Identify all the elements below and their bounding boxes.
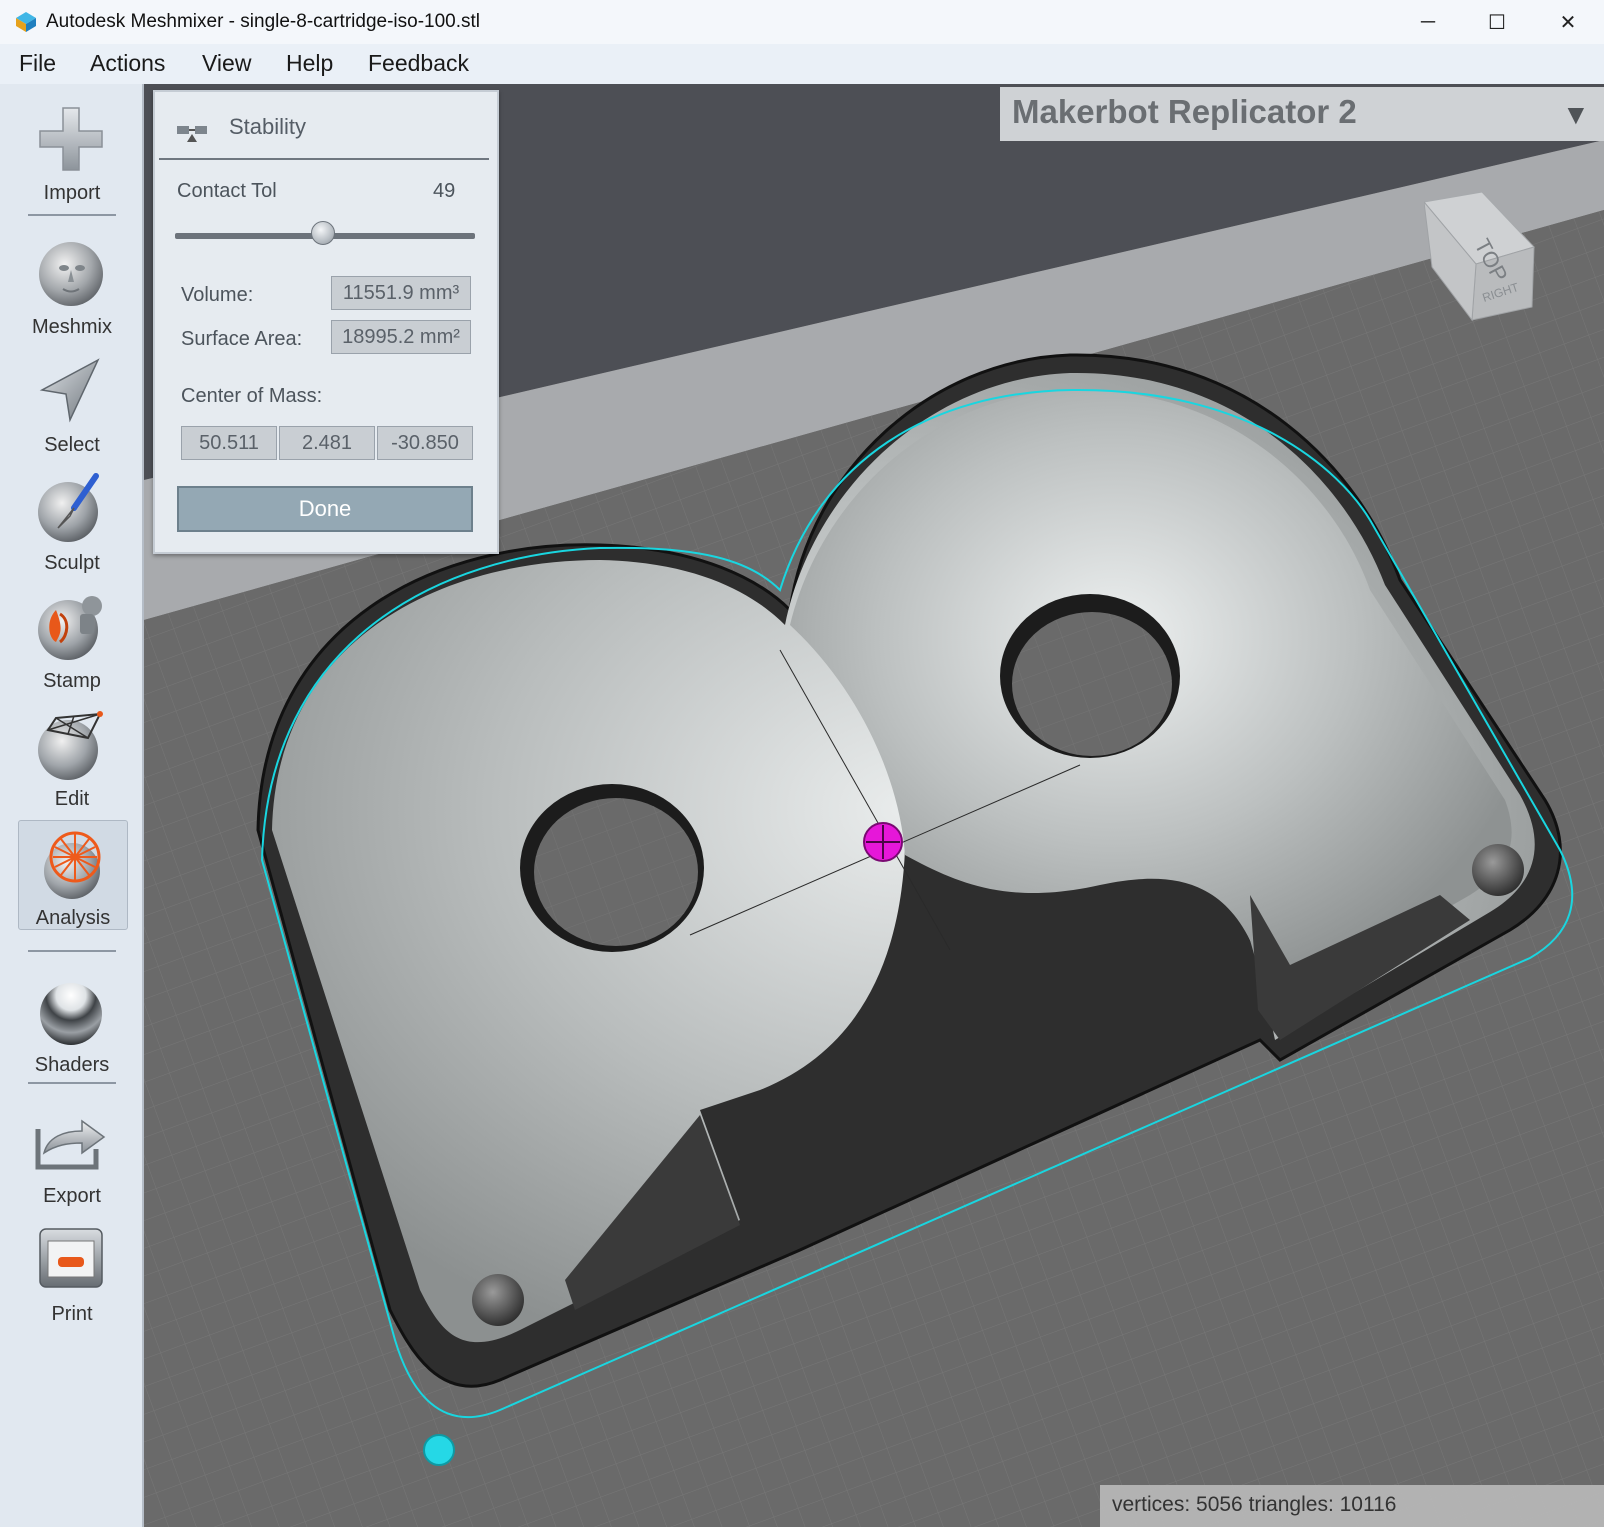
tool-sidebar: Import Meshmix Select Sculpt Stamp Edit … [0, 84, 144, 1527]
panel-title: Stability [229, 114, 307, 139]
menu-view[interactable]: View [202, 50, 251, 77]
sidebar-divider [28, 1082, 116, 1084]
com-x-field: 50.511 [181, 426, 277, 460]
wireframe-sphere-icon [38, 711, 103, 780]
printer-name: Makerbot Replicator 2 [1012, 93, 1357, 130]
view-cube[interactable]: TOP RIGHT [1424, 192, 1574, 342]
face-sphere-icon [39, 242, 103, 306]
mesh-stats-bar: vertices: 5056 triangles: 10116 [1100, 1485, 1604, 1527]
menu-bar: File Actions View Help Feedback [0, 44, 1604, 85]
com-z-field: -30.850 [377, 426, 473, 460]
menu-actions[interactable]: Actions [90, 50, 165, 77]
contact-tol-label: Contact Tol [177, 180, 277, 202]
center-of-mass-label: Center of Mass: [181, 385, 323, 407]
meshmix-tool-button[interactable]: Meshmix [18, 230, 126, 338]
stability-icon [177, 126, 207, 142]
meshmix-label: Meshmix [31, 316, 112, 338]
title-bar: Autodesk Meshmixer - single-8-cartridge-… [0, 0, 1604, 45]
sculpt-label: Sculpt [44, 552, 100, 574]
maximize-button[interactable]: ☐ [1466, 0, 1528, 44]
chrome-sphere-icon [40, 983, 102, 1045]
export-tool-button[interactable]: Export [18, 1099, 126, 1207]
import-tool-button[interactable]: Import [18, 96, 126, 204]
export-box-arrow-icon [35, 1119, 106, 1170]
printer-icon [39, 1228, 103, 1288]
export-label: Export [43, 1185, 101, 1207]
sculpt-tool-button[interactable]: Sculpt [18, 466, 126, 574]
analysis-label: Analysis [35, 907, 111, 929]
done-button[interactable]: Done [177, 486, 473, 532]
contact-tol-value: 49 [433, 180, 456, 202]
close-button[interactable]: ✕ [1537, 0, 1599, 44]
panel-divider [159, 158, 489, 160]
print-tool-button[interactable]: Print [18, 1217, 126, 1325]
menu-help[interactable]: Help [286, 50, 333, 77]
printer-selector[interactable]: Makerbot Replicator 2 ▼ [1000, 87, 1604, 141]
print-label: Print [51, 1303, 93, 1325]
import-label: Import [43, 182, 101, 204]
slider-handle[interactable] [311, 221, 335, 245]
arrow-pointer-icon [39, 358, 100, 423]
stability-panel: Stability Contact Tol 49 Volume: 11551.9… [153, 90, 499, 554]
mesh-stats-text: vertices: 5056 triangles: 10116 [1112, 1493, 1397, 1516]
analysis-tool-button[interactable]: Analysis [18, 820, 128, 930]
meshmixer-app-icon [16, 12, 36, 32]
volume-label: Volume: [181, 284, 254, 306]
com-y-field: 2.481 [279, 426, 375, 460]
menu-feedback[interactable]: Feedback [368, 50, 469, 77]
menu-file[interactable]: File [19, 50, 56, 77]
select-label: Select [44, 434, 100, 456]
surface-area-label: Surface Area: [181, 328, 303, 350]
brush-sphere-icon [38, 473, 99, 542]
select-tool-button[interactable]: Select [18, 348, 126, 456]
window-title: Autodesk Meshmixer - single-8-cartridge-… [46, 11, 480, 32]
sidebar-divider [28, 950, 116, 952]
plus-icon [39, 107, 103, 171]
stamp-sphere-icon [38, 596, 102, 660]
stamp-label: Stamp [43, 670, 101, 692]
minimize-button[interactable]: ─ [1397, 0, 1459, 44]
edit-tool-button[interactable]: Edit [18, 702, 126, 810]
sidebar-divider [28, 214, 116, 216]
surface-area-field: 18995.2 mm² [331, 320, 471, 354]
analysis-mesh-sphere-icon [44, 831, 101, 899]
stamp-tool-button[interactable]: Stamp [18, 584, 126, 692]
volume-field: 11551.9 mm³ [331, 276, 471, 310]
edit-label: Edit [54, 788, 90, 810]
triangle-down-icon[interactable]: ▼ [1562, 99, 1590, 131]
pivot-marker[interactable] [423, 1434, 455, 1466]
shaders-label: Shaders [34, 1054, 110, 1076]
center-of-mass-marker [863, 822, 903, 862]
shaders-tool-button[interactable]: Shaders [18, 968, 126, 1076]
